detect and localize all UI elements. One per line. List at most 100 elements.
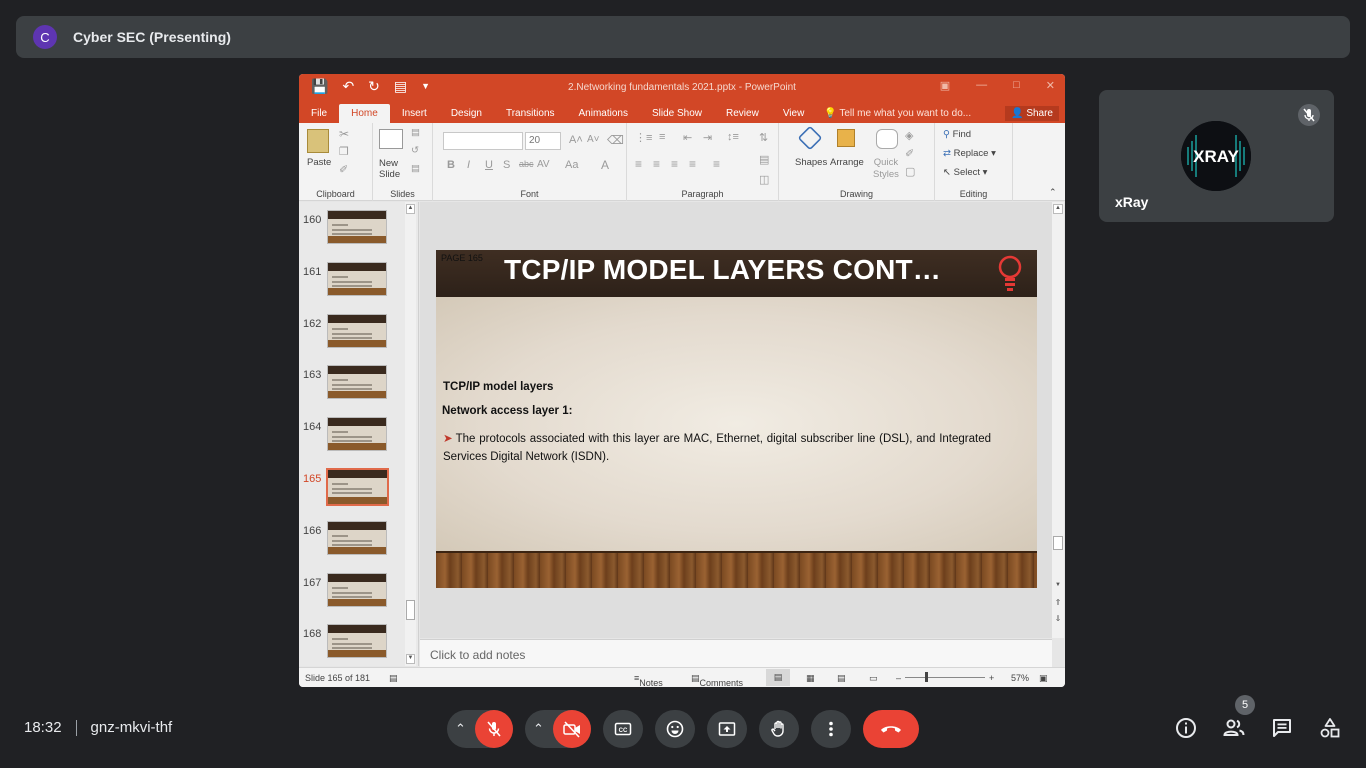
tab-design[interactable]: Design bbox=[439, 108, 494, 123]
chat-icon[interactable] bbox=[1270, 716, 1294, 740]
video-options-chevron-icon[interactable]: ⌃ bbox=[533, 721, 544, 737]
slide-scrollbar[interactable]: ▲ ▼ ⇑ ⇓ bbox=[1052, 202, 1064, 638]
slide-thumbnail[interactable]: 165 bbox=[299, 465, 403, 509]
slide-thumbnail[interactable]: 166 bbox=[299, 517, 403, 561]
paste-icon[interactable] bbox=[307, 129, 329, 153]
zoom-level[interactable]: 57% bbox=[1011, 673, 1029, 683]
reactions-button[interactable] bbox=[655, 710, 695, 748]
comments-toggle[interactable]: ▤ Comments bbox=[691, 673, 743, 687]
meeting-details-info-icon[interactable] bbox=[1174, 716, 1198, 740]
slide-thumbnail[interactable]: 160 bbox=[299, 206, 403, 250]
section-icon[interactable]: ▤ bbox=[411, 163, 420, 174]
meeting-code[interactable]: gnz-mkvi-thf bbox=[91, 719, 173, 736]
camera-toggle-button[interactable] bbox=[553, 710, 591, 748]
next-slide-icon[interactable]: ⇓ bbox=[1053, 614, 1063, 623]
numbering-icon[interactable]: ≡ bbox=[659, 131, 665, 143]
tab-animations[interactable]: Animations bbox=[567, 108, 640, 123]
slide-thumbnail[interactable]: 164 bbox=[299, 413, 403, 457]
quick-styles-icon[interactable] bbox=[876, 129, 898, 149]
italic-icon[interactable]: I bbox=[467, 159, 470, 171]
ribbon-display-icon[interactable]: ▣ bbox=[940, 79, 950, 92]
captions-button[interactable]: CC bbox=[603, 710, 643, 748]
slide-thumbnail[interactable]: 167 bbox=[299, 569, 403, 613]
share-button[interactable]: 👤 Share bbox=[1005, 106, 1059, 121]
replace-button[interactable]: ⇄ Replace ▾ bbox=[943, 148, 996, 159]
scroll-thumb[interactable] bbox=[406, 600, 415, 620]
strikethrough-icon[interactable]: abc bbox=[519, 159, 534, 169]
zoom-out-icon[interactable]: – bbox=[896, 673, 901, 683]
change-case-icon[interactable]: Aa bbox=[565, 159, 578, 171]
bullets-icon[interactable]: ⋮≡ bbox=[635, 131, 652, 144]
tab-transitions[interactable]: Transitions bbox=[494, 108, 567, 123]
font-color-icon[interactable]: A bbox=[601, 158, 609, 172]
new-slide-icon[interactable] bbox=[379, 129, 403, 149]
grow-font-icon[interactable]: A˄ bbox=[569, 134, 583, 146]
slide-thumbnail[interactable]: 163 bbox=[299, 361, 403, 405]
quick-styles-button[interactable]: Quick Styles bbox=[873, 157, 899, 181]
align-text-icon[interactable]: ▤ bbox=[759, 153, 769, 166]
new-slide-button[interactable]: New Slide bbox=[379, 158, 400, 180]
slideshow-view-icon[interactable]: ▭ bbox=[869, 673, 878, 684]
reset-icon[interactable]: ↺ bbox=[411, 145, 419, 156]
cut-icon[interactable]: ✂ bbox=[339, 127, 349, 141]
arrange-button[interactable]: Arrange bbox=[830, 157, 864, 168]
slide-sorter-icon[interactable]: ▦ bbox=[806, 673, 815, 684]
zoom-in-icon[interactable]: + bbox=[989, 673, 994, 683]
shadow-icon[interactable]: S bbox=[503, 159, 510, 171]
align-left-icon[interactable]: ≡ bbox=[635, 157, 642, 171]
tab-view[interactable]: View bbox=[771, 108, 817, 123]
spellcheck-icon[interactable]: ▤ bbox=[389, 673, 398, 684]
columns-icon[interactable]: ≡ bbox=[713, 157, 720, 171]
align-center-icon[interactable]: ≡ bbox=[653, 157, 660, 171]
raise-hand-button[interactable] bbox=[759, 710, 799, 748]
slide-scroll-up-icon[interactable]: ▲ bbox=[1053, 204, 1063, 214]
underline-icon[interactable]: U bbox=[485, 159, 493, 171]
current-slide[interactable]: PAGE 165 TCP/IP MODEL LAYERS CONT… TCP/I… bbox=[436, 250, 1037, 588]
scroll-up-icon[interactable]: ▲ bbox=[406, 204, 415, 214]
tab-slide-show[interactable]: Slide Show bbox=[640, 108, 714, 123]
arrange-icon[interactable] bbox=[837, 129, 855, 147]
more-options-button[interactable] bbox=[811, 710, 851, 748]
smartart-icon[interactable]: ◫ bbox=[759, 173, 769, 186]
zoom-slider-thumb[interactable] bbox=[925, 672, 928, 682]
clear-formatting-icon[interactable]: ⌫ bbox=[607, 133, 624, 147]
fit-to-window-icon[interactable]: ▣ bbox=[1039, 673, 1048, 684]
leave-call-button[interactable] bbox=[863, 710, 919, 748]
notes-pane[interactable]: Click to add notes bbox=[420, 639, 1052, 667]
reading-view-icon[interactable]: ▤ bbox=[837, 673, 846, 684]
shapes-button[interactable]: Shapes bbox=[795, 157, 827, 168]
collapse-ribbon-icon[interactable]: ⌃ bbox=[1049, 187, 1057, 198]
char-spacing-icon[interactable]: AV bbox=[537, 159, 550, 170]
shape-outline-icon[interactable]: ✐ bbox=[905, 147, 914, 160]
mic-toggle-button[interactable] bbox=[475, 710, 513, 748]
present-now-button[interactable] bbox=[707, 710, 747, 748]
slide-scroll-down-icon[interactable]: ▼ bbox=[1053, 582, 1063, 592]
normal-view-icon[interactable]: ▤ bbox=[766, 669, 790, 686]
layout-icon[interactable]: ▤ bbox=[411, 127, 420, 138]
increase-indent-icon[interactable]: ⇥ bbox=[703, 131, 712, 144]
shrink-font-icon[interactable]: A˅ bbox=[587, 134, 600, 145]
tab-review[interactable]: Review bbox=[714, 108, 771, 123]
tab-file[interactable]: File bbox=[299, 108, 339, 123]
bold-icon[interactable]: B bbox=[447, 159, 455, 171]
find-button[interactable]: ⚲ Find bbox=[943, 129, 971, 140]
shapes-icon[interactable] bbox=[797, 125, 823, 151]
activities-icon[interactable] bbox=[1318, 716, 1342, 740]
shape-fill-icon[interactable]: ◈ bbox=[905, 129, 913, 142]
slide-thumbnail[interactable]: 168 bbox=[299, 620, 403, 664]
select-button[interactable]: ↖ Select ▾ bbox=[943, 167, 987, 178]
decrease-indent-icon[interactable]: ⇤ bbox=[683, 131, 692, 144]
notes-toggle[interactable]: ≡ Notes bbox=[634, 673, 663, 687]
tell-me-search[interactable]: 💡 Tell me what you want to do... bbox=[816, 108, 979, 123]
tab-home[interactable]: Home bbox=[339, 104, 390, 123]
font-name-input[interactable] bbox=[443, 132, 523, 150]
align-right-icon[interactable]: ≡ bbox=[671, 157, 678, 171]
maximize-icon[interactable]: □ bbox=[1013, 79, 1020, 92]
tab-insert[interactable]: Insert bbox=[390, 108, 439, 123]
slide-thumbnail[interactable]: 162 bbox=[299, 310, 403, 354]
paste-button[interactable]: Paste bbox=[307, 157, 331, 168]
thumbnails-scrollbar[interactable]: ▲ ▼ bbox=[405, 202, 416, 666]
format-painter-icon[interactable]: ✐ bbox=[339, 163, 348, 176]
minimize-icon[interactable]: — bbox=[976, 79, 987, 92]
copy-icon[interactable]: ❐ bbox=[339, 145, 349, 158]
